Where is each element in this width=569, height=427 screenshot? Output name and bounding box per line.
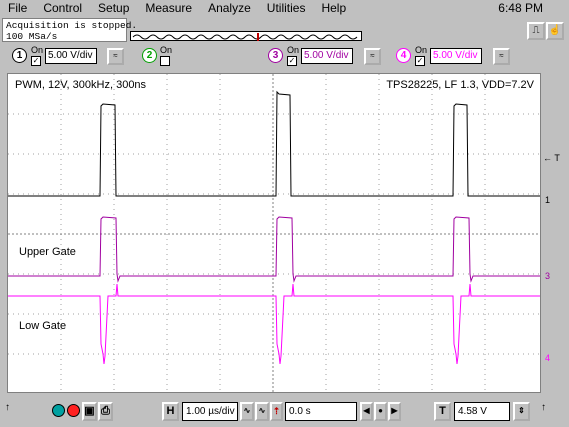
- delay-zero-icon[interactable]: ●: [374, 402, 387, 421]
- horizontal-button[interactable]: H: [162, 402, 179, 421]
- status-line-1: Acquisition is stopped.: [6, 20, 138, 31]
- channel-4-button[interactable]: 4: [396, 48, 411, 63]
- trigger-level-field[interactable]: 4.58 V: [454, 402, 510, 421]
- channel-3-scale[interactable]: 5.00 V/div: [301, 48, 353, 64]
- delay-field[interactable]: 0.0 s: [285, 402, 357, 421]
- scroll-up-right-icon[interactable]: ↑: [541, 402, 546, 413]
- channel-3-scale-spinner[interactable]: ≈: [364, 48, 381, 65]
- menu-control[interactable]: Control: [35, 0, 90, 17]
- hand-icon[interactable]: ☝: [546, 22, 564, 40]
- channel-2-button[interactable]: 2: [142, 48, 157, 63]
- memory-bar-graphic: [132, 33, 358, 41]
- menu-setup[interactable]: Setup: [90, 0, 137, 17]
- waveform-label-right: TPS28225, LF 1.3, VDD=7.2V: [386, 79, 534, 91]
- timebase-field[interactable]: 1.00 µs/div: [182, 402, 238, 421]
- channel-4-on-label: On: [415, 45, 428, 55]
- delay-left-icon[interactable]: ◀: [360, 402, 373, 421]
- waveform-label-left: PWM, 12V, 300kHz, 300ns: [15, 79, 147, 91]
- waveform-graticule: [8, 74, 540, 392]
- low-gate-label: Low Gate: [19, 320, 67, 332]
- menu-analyze[interactable]: Analyze: [200, 0, 259, 17]
- stop-icon[interactable]: [67, 404, 80, 417]
- channel-2-checkbox[interactable]: [160, 56, 170, 66]
- trigger-marker[interactable]: ← T: [543, 153, 560, 163]
- scroll-up-icon[interactable]: ↑: [5, 402, 10, 413]
- channel-3-checkbox[interactable]: ✓: [287, 56, 297, 66]
- print-icon[interactable]: ⎙: [98, 402, 113, 421]
- waveform-display[interactable]: PWM, 12V, 300kHz, 300ns TPS28225, LF 1.3…: [7, 73, 541, 393]
- delay-right-icon[interactable]: ▶: [388, 402, 401, 421]
- menu-bar: File Control Setup Measure Analyze Utili…: [0, 0, 569, 17]
- channel-1-scale-spinner[interactable]: ≈: [107, 48, 124, 65]
- timebase-spinner[interactable]: ∿: [240, 402, 254, 421]
- single-icon[interactable]: ▣: [82, 402, 97, 421]
- channel-1-trace: [8, 90, 540, 197]
- upper-gate-label: Upper Gate: [19, 246, 76, 258]
- run-icon[interactable]: [52, 404, 65, 417]
- menu-help[interactable]: Help: [313, 0, 354, 17]
- channel-4-trace: [8, 283, 540, 365]
- channel-4-checkbox[interactable]: ✓: [415, 56, 425, 66]
- menu-utilities[interactable]: Utilities: [259, 0, 314, 17]
- trigger-level-spinner[interactable]: ⇕: [513, 402, 530, 421]
- channel-1-marker[interactable]: 1: [545, 195, 550, 205]
- timebase-spinner-2[interactable]: ∿: [255, 402, 269, 421]
- channel-4-marker[interactable]: 4: [545, 353, 550, 363]
- channel-1-on-label: On: [31, 45, 44, 55]
- channel-4-scale[interactable]: 5.00 V/div: [430, 48, 482, 64]
- channel-4-scale-spinner[interactable]: ≈: [493, 48, 510, 65]
- channel-3-trace: [8, 216, 540, 283]
- marker-strip: ← T 1 3 4: [541, 73, 563, 393]
- channel-1-button[interactable]: 1: [12, 48, 27, 63]
- acquisition-status: Acquisition is stopped. 100 MSa/s: [2, 18, 137, 42]
- channel-1-checkbox[interactable]: ✓: [31, 56, 41, 66]
- channel-3-on-label: On: [287, 45, 300, 55]
- trigger-button[interactable]: T: [434, 402, 451, 421]
- channel-3-marker[interactable]: 3: [545, 271, 550, 281]
- menu-file[interactable]: File: [0, 0, 35, 17]
- run-stop-icon[interactable]: ⎍: [527, 22, 545, 40]
- menu-measure[interactable]: Measure: [137, 0, 200, 17]
- acquisition-memory-bar: [130, 31, 362, 41]
- channel-2-on-label: On: [160, 45, 173, 55]
- channel-1-scale[interactable]: 5.00 V/div: [45, 48, 97, 64]
- clock: 6:48 PM: [498, 1, 543, 15]
- channel-3-button[interactable]: 3: [268, 48, 283, 63]
- delay-reference-icon[interactable]: ⇡: [270, 402, 283, 421]
- status-line-2: 100 MSa/s: [6, 31, 58, 42]
